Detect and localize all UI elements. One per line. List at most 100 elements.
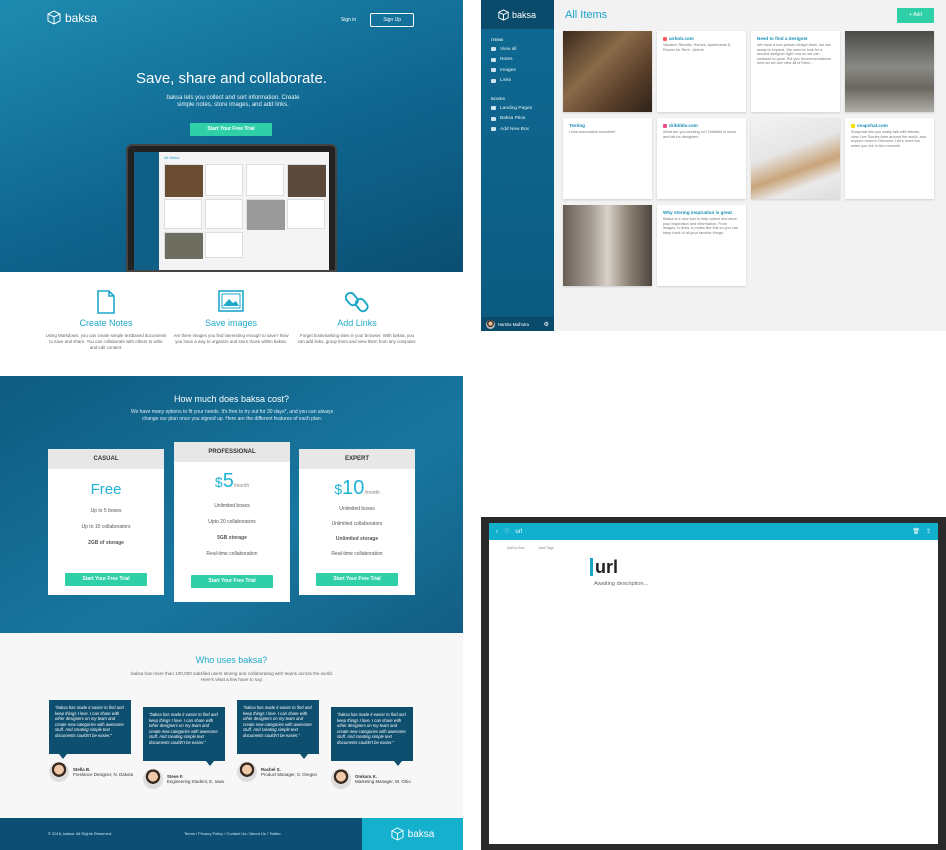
detail-panel: ‹ ♡ url 🗑 ⇪ Add to Box Add Tags url Awai… <box>489 523 938 844</box>
plan-price: Free <box>90 481 122 498</box>
signup-button[interactable]: Sign Up <box>370 13 414 27</box>
sidebar-add-box[interactable]: Add New Box <box>481 124 554 135</box>
breadcrumb: url <box>515 528 523 535</box>
user-profile[interactable]: Harsha Malhotra ⚙ <box>481 317 554 331</box>
cube-logo-icon <box>47 10 61 25</box>
link-tile[interactable]: dribbble.com What are you working on? Dr… <box>657 118 746 199</box>
testimonial-person: Omkara K. Marketing Manager, W. Ohio <box>331 769 411 789</box>
back-icon[interactable]: ‹ <box>496 529 498 535</box>
note-tile[interactable]: Need to find a designer We have a one-pe… <box>751 31 840 112</box>
sidebar-logo[interactable]: baksa <box>481 0 554 29</box>
testimonial-quote: "baksa has made it easier to find and ke… <box>237 700 319 759</box>
plan-expert: EXPERT $10/month Unlimited boxes Unlimit… <box>299 449 415 595</box>
mock-card <box>164 199 202 229</box>
sidebar-boxes-header: BOXES <box>491 96 506 101</box>
footer-copyright: © 2016, baksa. All Rights Reserved. <box>48 831 113 836</box>
item-title[interactable]: url <box>590 558 618 576</box>
sidebar-item-links[interactable]: Links <box>481 76 554 87</box>
pricing-title: How much does baksa cost? <box>173 394 290 404</box>
plan-feature: Unlimited collaborators <box>331 521 383 527</box>
tile-title: airbnb.com <box>657 31 746 41</box>
testimonial-person: Rachel S. Product Manager, S. Oregon <box>237 762 317 782</box>
grid-icon <box>491 47 496 52</box>
hero-cta-button[interactable]: Start Your Free Trial <box>190 123 272 136</box>
share-icon[interactable]: ⇪ <box>926 528 931 535</box>
signin-link[interactable]: Sign in <box>341 17 356 23</box>
footer-links[interactable]: Terms / Privacy Policy / Contact Us / Ab… <box>184 831 281 836</box>
add-button[interactable]: + Add <box>897 8 934 23</box>
feature-links: Add Links Forget bookmarking sites in yo… <box>296 290 418 345</box>
plan-name: EXPERT <box>299 449 415 469</box>
mock-card <box>164 164 203 197</box>
plan-cta-button[interactable]: Start Your Free Trial <box>191 575 273 588</box>
feature-text: Forget bookmarking sites in your browser… <box>297 333 417 344</box>
plus-icon <box>491 127 496 132</box>
link-tile[interactable]: snapchat.com Snapchat lets you easily ta… <box>845 118 934 199</box>
feature-title: Save images <box>204 318 258 328</box>
tile-text: We have a one-person design team, but ar… <box>757 43 832 66</box>
testimonials-section: Who uses baksa? baksa has more than 100,… <box>0 633 463 818</box>
heart-icon[interactable]: ♡ <box>504 528 509 535</box>
plan-feature: 2GB of storage <box>88 540 124 546</box>
feature-images: Save images Are there images you find in… <box>170 290 292 345</box>
mock-card <box>164 232 203 259</box>
avatar <box>143 769 163 789</box>
trash-icon[interactable]: 🗑 <box>912 528 920 535</box>
link-icon <box>345 291 369 313</box>
plan-feature: Upto 20 collaborators <box>208 519 256 525</box>
image-tile[interactable] <box>751 118 840 199</box>
sidebar-item-view-all[interactable]: View all <box>481 44 554 55</box>
plan-name: CASUAL <box>48 449 164 469</box>
sidebar: baksa ITEMS View all Notes Images Links … <box>481 0 554 331</box>
add-tags-button[interactable]: Add Tags <box>539 546 554 550</box>
brand-logo[interactable]: baksa <box>47 10 97 25</box>
snapchat-favicon-icon <box>851 123 855 128</box>
feature-notes: Create Notes Using Markdown, you can cre… <box>45 290 167 351</box>
plan-feature: Up to 5 boxes <box>90 508 122 514</box>
footer-logo[interactable]: baksa <box>362 818 463 850</box>
add-to-box-button[interactable]: Add to Box <box>507 546 525 550</box>
feature-title: Create Notes <box>79 318 133 328</box>
plan-cta-button[interactable]: Start Your Free Trial <box>65 573 147 586</box>
note-tile[interactable]: Testing I love automation smoothie! <box>563 118 652 199</box>
laptop-screen: All Items <box>134 152 329 270</box>
testimonial-quote: "baksa has made it easier to find and ke… <box>143 707 225 766</box>
sidebar-item-images[interactable]: Images <box>481 65 554 76</box>
avatar <box>486 319 495 329</box>
gear-icon[interactable]: ⚙ <box>544 321 549 328</box>
testimonial-person: Stella B. Freelance Designer, N. Dakota <box>49 762 133 782</box>
sidebar-box-baksa-ptios[interactable]: Baksa Ptios <box>481 114 554 125</box>
plan-feature: Unlimited boxes <box>214 503 250 509</box>
tile-text: Snapchat lets you easily talk with frien… <box>851 130 926 148</box>
mock-sidebar <box>134 152 159 270</box>
tile-title: snapchat.com <box>845 118 934 128</box>
detail-tools: Add to Box Add Tags <box>489 540 938 556</box>
note-tile[interactable]: Why storing inspiration is great Baksa i… <box>657 205 746 286</box>
mock-card <box>205 164 243 196</box>
hero-section: baksa Sign in Sign Up Save, share and co… <box>0 0 463 272</box>
footer: © 2016, baksa. All Rights Reserved. Term… <box>0 818 463 850</box>
item-description[interactable]: Awaiting description... <box>594 581 648 587</box>
mock-card <box>205 199 243 229</box>
sidebar-box-landing-pages[interactable]: Landing Pages <box>481 103 554 114</box>
features-section: Create Notes Using Markdown, you can cre… <box>0 272 463 376</box>
cube-logo-icon <box>498 8 509 21</box>
testimonials-subtitle: baksa has more than 100,000 satisfied us… <box>131 671 333 682</box>
sidebar-item-notes[interactable]: Notes <box>481 55 554 66</box>
laptop-mockup: All Items <box>126 144 337 272</box>
image-tile[interactable] <box>563 31 652 112</box>
brand-name: baksa <box>65 10 98 25</box>
link-tile[interactable]: airbnb.com Vacation Rentals, Homes, Apar… <box>657 31 746 112</box>
box-icon <box>491 116 496 121</box>
feature-text: Are there images you find interesting en… <box>173 333 289 344</box>
tile-text: Vacation Rentals, Homes, Apartments & Ro… <box>663 43 731 52</box>
image-tile[interactable] <box>563 205 652 286</box>
document-icon <box>97 290 115 314</box>
tile-title: Need to find a designer <box>757 36 808 41</box>
testimonials-title: Who uses baksa? <box>195 655 268 665</box>
mock-card <box>287 199 325 229</box>
image-tile[interactable] <box>845 31 934 112</box>
detail-toolbar: ‹ ♡ url 🗑 ⇪ <box>489 523 938 540</box>
plan-cta-button[interactable]: Start Your Free Trial <box>316 573 398 586</box>
item-detail-window: ‹ ♡ url 🗑 ⇪ Add to Box Add Tags url Awai… <box>481 517 946 850</box>
